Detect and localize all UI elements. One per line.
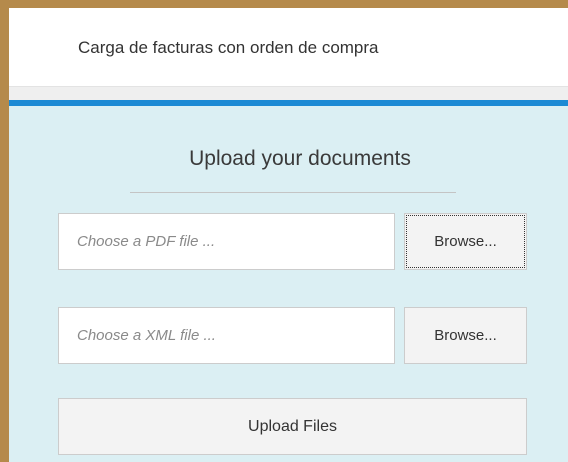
- upload-panel-title: Upload your documents: [189, 147, 411, 170]
- xml-browse-button[interactable]: Browse...: [404, 307, 527, 364]
- page-title: Carga de facturas con orden de compra: [78, 38, 379, 57]
- page-header: Carga de facturas con orden de compra: [9, 8, 568, 87]
- pdf-file-input[interactable]: Choose a PDF file ...: [58, 213, 395, 270]
- upload-panel: Upload your documents Choose a PDF file …: [9, 106, 568, 462]
- app-frame: Carga de facturas con orden de compra Up…: [0, 0, 568, 462]
- upload-files-button[interactable]: Upload Files: [58, 398, 527, 455]
- pdf-browse-button[interactable]: Browse...: [404, 213, 527, 270]
- xml-file-input[interactable]: Choose a XML file ...: [58, 307, 395, 364]
- title-divider: [130, 192, 456, 193]
- header-band: [9, 87, 568, 101]
